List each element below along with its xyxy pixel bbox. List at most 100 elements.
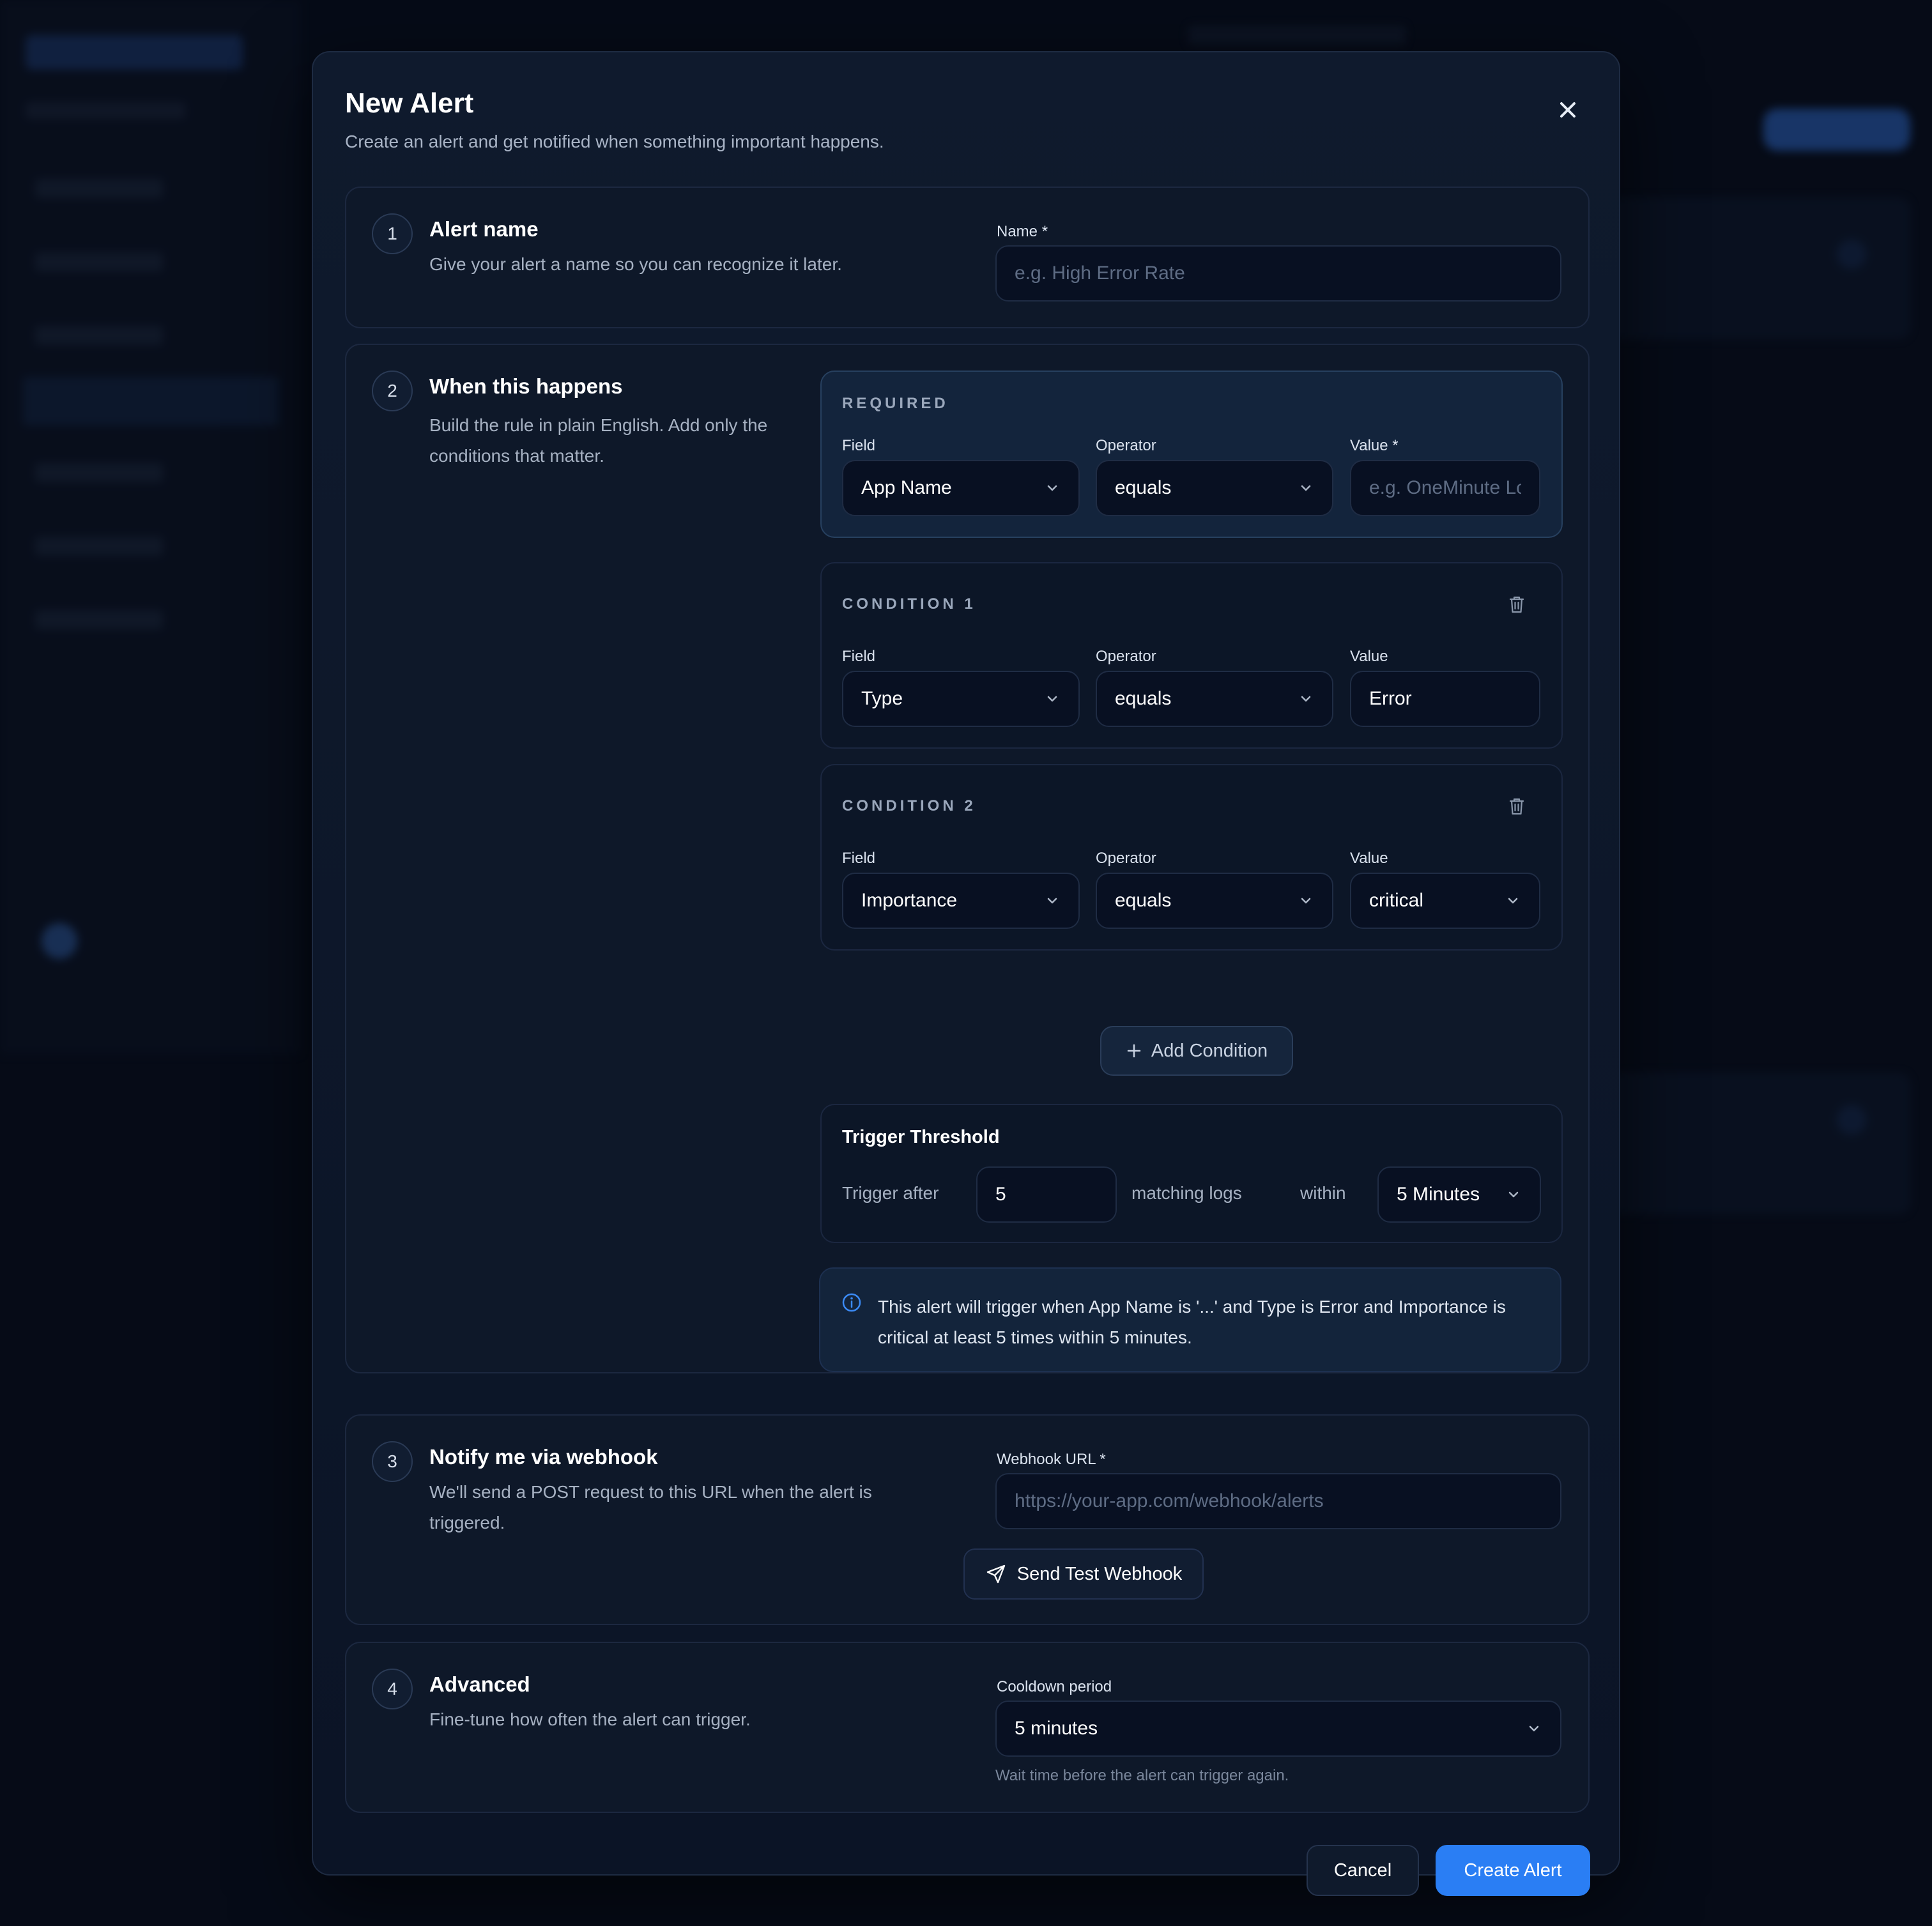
background-nav-item: [35, 252, 163, 271]
threshold-window-select[interactable]: 5 Minutes: [1377, 1166, 1541, 1223]
background-nav-item: [35, 610, 163, 629]
required-condition: REQUIRED Field Operator Value * App Name…: [820, 371, 1563, 538]
required-field-select[interactable]: App Name: [842, 460, 1080, 516]
step-title: Notify me via webhook: [429, 1445, 658, 1469]
chevron-down-icon: [1047, 696, 1057, 702]
cooldown-help: Wait time before the alert can trigger a…: [995, 1767, 1289, 1784]
step-number: 1: [372, 213, 413, 254]
select-value: equals: [1115, 688, 1172, 709]
chevron-down-icon: [1529, 1725, 1539, 1732]
summary-text: This alert will trigger when App Name is…: [878, 1297, 1506, 1347]
condition-1-field-select[interactable]: Type: [842, 671, 1080, 727]
condition-1-operator-select[interactable]: equals: [1096, 671, 1333, 727]
condition-2-field-select[interactable]: Importance: [842, 873, 1080, 929]
plus-icon: [1127, 1044, 1141, 1058]
required-title: REQUIRED: [842, 395, 949, 412]
field-label: Field: [842, 850, 876, 867]
trigger-threshold: Trigger Threshold Trigger after matching…: [820, 1104, 1563, 1243]
step-number: 4: [372, 1669, 413, 1709]
value-label: Value *: [1350, 437, 1399, 454]
condition-2-operator-select[interactable]: equals: [1096, 873, 1333, 929]
select-value: App Name: [861, 477, 952, 498]
rule-summary: This alert will trigger when App Name is…: [819, 1267, 1561, 1372]
cooldown-label: Cooldown period: [997, 1678, 1112, 1695]
dialog-title: New Alert: [345, 88, 474, 119]
chevron-down-icon: [1508, 898, 1518, 904]
section-when-this-happens: 2 When this happens Build the rule in pl…: [345, 344, 1590, 1373]
background-sidebar: [0, 0, 300, 1054]
condition-2-value-select[interactable]: critical: [1350, 873, 1540, 929]
background-nav-item-active: [23, 377, 279, 425]
background-nav-item: [35, 326, 163, 345]
alert-name-input[interactable]: [995, 245, 1561, 302]
select-value: critical: [1369, 890, 1424, 911]
background-nav-label: [26, 102, 185, 119]
required-value-input[interactable]: [1350, 460, 1540, 516]
field-label: Field: [842, 648, 876, 665]
background-topbar: [1188, 26, 1406, 45]
condition-title: CONDITION 1: [842, 595, 976, 613]
step-number: 2: [372, 371, 413, 411]
field-label: Field: [842, 437, 876, 454]
background-nav-item: [35, 179, 163, 198]
background-card: [1610, 1073, 1910, 1214]
dialog-subtitle: Create an alert and get notified when so…: [345, 132, 884, 151]
close-button[interactable]: [1550, 92, 1586, 128]
close-icon: [1560, 102, 1575, 118]
select-value: equals: [1115, 477, 1172, 498]
info-icon: [842, 1293, 861, 1312]
value-label: Value: [1350, 648, 1388, 665]
required-operator-select[interactable]: equals: [1096, 460, 1333, 516]
send-icon: [986, 1564, 1005, 1584]
chevron-down-icon: [1301, 696, 1311, 702]
chevron-down-icon: [1508, 1191, 1519, 1198]
background-button: [1763, 109, 1910, 151]
condition-1-value-input[interactable]: [1350, 671, 1540, 727]
section-alert-name: 1 Alert name Give your alert a name so y…: [345, 187, 1590, 328]
section-advanced: 4 Advanced Fine-tune how often the alert…: [345, 1642, 1590, 1813]
step-title: When this happens: [429, 374, 623, 398]
step-description: Fine-tune how often the alert can trigge…: [429, 1709, 751, 1729]
trash-icon[interactable]: [1505, 795, 1528, 818]
step-title: Advanced: [429, 1672, 530, 1696]
create-alert-button[interactable]: Create Alert: [1436, 1845, 1590, 1896]
background-dot: [1837, 240, 1866, 269]
select-value: 5 minutes: [1015, 1718, 1098, 1739]
value-label: Value: [1350, 850, 1388, 867]
step-description: Build the rule in plain English. Add onl…: [429, 415, 768, 466]
cooldown-select[interactable]: 5 minutes: [995, 1701, 1561, 1757]
operator-label: Operator: [1096, 850, 1156, 867]
condition-1: CONDITION 1 Field Operator Value Type eq…: [820, 562, 1563, 749]
threshold-count-input[interactable]: [976, 1166, 1117, 1223]
new-alert-dialog: New Alert Create an alert and get notifi…: [312, 51, 1620, 1896]
add-condition-label: Add Condition: [1151, 1040, 1268, 1061]
threshold-within: within: [1300, 1183, 1346, 1203]
background-logo: [26, 35, 243, 70]
send-test-webhook-button[interactable]: Send Test Webhook: [963, 1548, 1204, 1600]
webhook-url-input[interactable]: [995, 1473, 1561, 1529]
threshold-middle: matching logs: [1131, 1183, 1242, 1203]
select-value: Type: [861, 688, 903, 709]
chevron-down-icon: [1301, 898, 1311, 904]
threshold-title: Trigger Threshold: [842, 1127, 1000, 1147]
step-title: Alert name: [429, 217, 539, 241]
chevron-down-icon: [1047, 485, 1057, 491]
background-nav-item: [35, 537, 163, 556]
background-avatar: [42, 923, 77, 959]
step-number: 3: [372, 1441, 413, 1482]
select-value: equals: [1115, 890, 1172, 911]
step-description: We'll send a POST request to this URL wh…: [429, 1482, 872, 1532]
cancel-button[interactable]: Cancel: [1307, 1845, 1419, 1896]
add-condition-button[interactable]: Add Condition: [1100, 1026, 1293, 1076]
step-description: Give your alert a name so you can recogn…: [429, 254, 842, 274]
condition-title: CONDITION 2: [842, 797, 976, 814]
select-value: Importance: [861, 890, 958, 911]
send-test-webhook-label: Send Test Webhook: [1016, 1563, 1183, 1584]
select-value: 5 Minutes: [1397, 1184, 1480, 1205]
threshold-prefix: Trigger after: [842, 1183, 939, 1203]
operator-label: Operator: [1096, 648, 1156, 665]
trash-icon[interactable]: [1505, 593, 1528, 616]
chevron-down-icon: [1047, 898, 1057, 904]
background-dot: [1837, 1105, 1866, 1135]
chevron-down-icon: [1301, 485, 1311, 491]
